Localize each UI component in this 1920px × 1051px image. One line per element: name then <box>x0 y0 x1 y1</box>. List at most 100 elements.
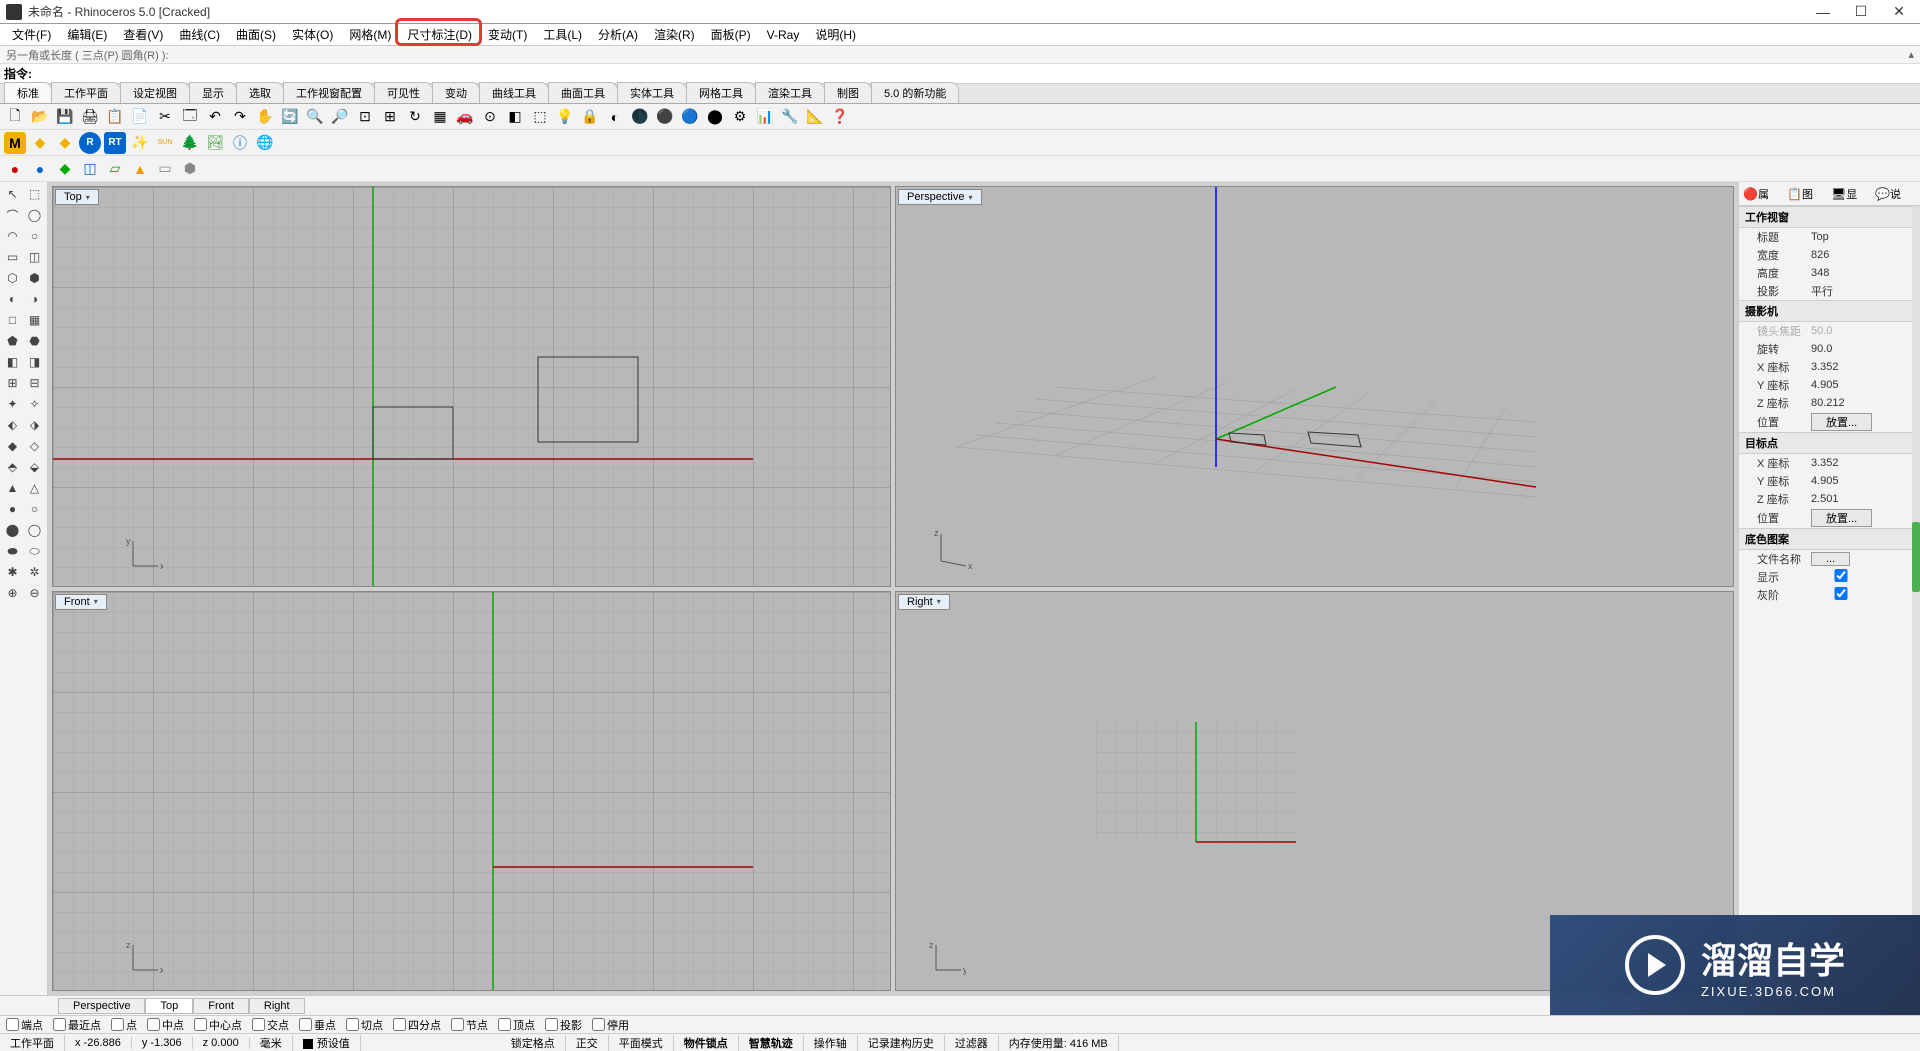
left-tool-19-1[interactable]: ⊖ <box>24 583 45 603</box>
toolbar-tab-1[interactable]: 工作平面 <box>51 82 121 103</box>
viewport-front-label[interactable]: Front▾ <box>55 594 107 610</box>
osnap-checkbox[interactable] <box>299 1018 312 1031</box>
status-cplane[interactable]: 工作平面 <box>0 1035 65 1051</box>
emerald-icon[interactable]: ◆ <box>54 158 76 180</box>
tool2-icon[interactable]: 🔧 <box>779 106 801 128</box>
scrollbar-thumb[interactable] <box>1912 522 1920 592</box>
menu-6[interactable]: 网格(M) <box>341 24 399 45</box>
prop-checkbox[interactable] <box>1811 569 1871 582</box>
left-tool-5-1[interactable]: ◑ <box>24 289 45 309</box>
cube-icon[interactable]: ◫ <box>79 158 101 180</box>
status-z[interactable]: z 0.000 <box>193 1037 250 1049</box>
left-tool-9-1[interactable]: ⊟ <box>24 373 45 393</box>
osnap-checkbox[interactable] <box>451 1018 464 1031</box>
prop-button-...[interactable]: ... <box>1811 552 1850 566</box>
menu-1[interactable]: 编辑(E) <box>59 24 115 45</box>
open-file-icon[interactable]: 📂 <box>29 106 51 128</box>
lock-icon[interactable]: 🔒 <box>579 106 601 128</box>
prop-button-放置...[interactable]: 放置... <box>1811 413 1872 431</box>
viewport-top-label[interactable]: Top▾ <box>55 189 99 205</box>
prop-value[interactable]: 2.501 <box>1811 493 1914 505</box>
properties-tab-3[interactable]: 💬说 <box>1875 185 1915 203</box>
osnap-12[interactable]: 停用 <box>592 1017 629 1033</box>
left-tool-13-0[interactable]: ⬘ <box>2 457 23 477</box>
osnap-9[interactable]: 节点 <box>451 1017 488 1033</box>
viewport-top[interactable]: Top▾ x y <box>52 186 891 587</box>
render-icon[interactable]: 🌑 <box>629 106 651 128</box>
toolbar-tab-6[interactable]: 可见性 <box>374 82 433 103</box>
toolbar-tab-0[interactable]: 标准 <box>4 82 52 103</box>
prop-value[interactable]: 3.352 <box>1811 457 1914 469</box>
vray-sun-icon[interactable]: SUN <box>154 132 176 154</box>
menu-12[interactable]: 面板(P) <box>703 24 759 45</box>
left-tool-4-0[interactable]: ⬡ <box>2 268 23 288</box>
vray-globe-icon[interactable]: 🌐 <box>254 132 276 154</box>
osnap-6[interactable]: 垂点 <box>299 1017 336 1033</box>
left-tool-6-1[interactable]: ▦ <box>24 310 45 330</box>
plane-icon[interactable]: ▱ <box>104 158 126 180</box>
left-tool-2-1[interactable]: ○ <box>24 226 45 246</box>
rotate-icon[interactable]: 🔄 <box>279 106 301 128</box>
left-tool-14-1[interactable]: △ <box>24 478 45 498</box>
osnap-2[interactable]: 点 <box>111 1017 137 1033</box>
vray-tree-icon[interactable]: 🌲 <box>179 132 201 154</box>
vray-landscape-icon[interactable]: 🏞 <box>204 132 226 154</box>
left-tool-15-1[interactable]: ○ <box>24 499 45 519</box>
osnap-checkbox[interactable] <box>6 1018 19 1031</box>
osnap-7[interactable]: 切点 <box>346 1017 383 1033</box>
viewport-perspective[interactable]: Perspective▾ x z <box>895 186 1734 587</box>
status-4[interactable]: 智慧轨迹 <box>739 1035 804 1051</box>
left-tool-0-1[interactable]: ⬚ <box>24 184 45 204</box>
status-5[interactable]: 操作轴 <box>804 1035 858 1051</box>
menu-8[interactable]: 变动(T) <box>480 24 535 45</box>
osnap-checkbox[interactable] <box>53 1018 66 1031</box>
properties-tab-2[interactable]: 🖥显 <box>1831 185 1871 203</box>
osnap-checkbox[interactable] <box>147 1018 160 1031</box>
left-tool-2-0[interactable]: ◠ <box>2 226 23 246</box>
sphere-icon[interactable]: ⚫ <box>654 106 676 128</box>
print-icon[interactable]: 🖨 <box>79 106 101 128</box>
status-2[interactable]: 平面模式 <box>609 1035 674 1051</box>
osnap-10[interactable]: 顶点 <box>498 1017 535 1033</box>
status-memory[interactable]: 内存使用量: 416 MB <box>999 1035 1119 1051</box>
toolbar-tab-11[interactable]: 网格工具 <box>686 82 756 103</box>
snap-icon[interactable]: ⊙ <box>479 106 501 128</box>
left-tool-3-0[interactable]: ▭ <box>2 247 23 267</box>
prop-value[interactable]: 826 <box>1811 249 1914 261</box>
left-tool-8-0[interactable]: ◧ <box>2 352 23 372</box>
left-tool-10-1[interactable]: ✧ <box>24 394 45 414</box>
view-tab-perspective[interactable]: Perspective <box>58 998 145 1014</box>
osnap-8[interactable]: 四分点 <box>393 1017 441 1033</box>
viewport-perspective-label[interactable]: Perspective▾ <box>898 189 982 205</box>
status-3[interactable]: 物件锁点 <box>674 1035 739 1051</box>
osnap-4[interactable]: 中心点 <box>194 1017 242 1033</box>
left-tool-1-0[interactable]: ⌒ <box>2 205 23 225</box>
layout-icon[interactable]: 🗔 <box>179 106 201 128</box>
command-history-scroll-icon[interactable]: ▴ <box>1908 48 1914 61</box>
preview-icon[interactable]: ⬤ <box>704 106 726 128</box>
command-input[interactable] <box>36 67 1916 81</box>
left-tool-5-0[interactable]: ◐ <box>2 289 23 309</box>
osnap-0[interactable]: 端点 <box>6 1017 43 1033</box>
status-1[interactable]: 正交 <box>566 1035 609 1051</box>
prop-value[interactable]: 4.905 <box>1811 379 1914 391</box>
menu-11[interactable]: 渲染(R) <box>646 24 703 45</box>
refresh-icon[interactable]: ↻ <box>404 106 426 128</box>
copy-icon[interactable]: 📋 <box>104 106 126 128</box>
properties-icon[interactable]: 📊 <box>754 106 776 128</box>
status-y[interactable]: y -1.306 <box>132 1037 193 1049</box>
sphere-red-icon[interactable]: ● <box>4 158 26 180</box>
status-0[interactable]: 锁定格点 <box>501 1035 566 1051</box>
maximize-button[interactable]: ☐ <box>1854 5 1868 19</box>
options-icon[interactable]: ⚙ <box>729 106 751 128</box>
left-tool-9-0[interactable]: ⊞ <box>2 373 23 393</box>
zoom-window-icon[interactable]: ⊡ <box>354 106 376 128</box>
prop-checkbox[interactable] <box>1811 587 1871 600</box>
cone-icon[interactable]: ▲ <box>129 158 151 180</box>
prop-value[interactable]: 348 <box>1811 267 1914 279</box>
help-icon[interactable]: ❓ <box>829 106 851 128</box>
osnap-checkbox[interactable] <box>252 1018 265 1031</box>
prop-value[interactable]: 90.0 <box>1811 343 1914 355</box>
left-tool-12-1[interactable]: ◇ <box>24 436 45 456</box>
close-button[interactable]: ✕ <box>1892 5 1906 19</box>
